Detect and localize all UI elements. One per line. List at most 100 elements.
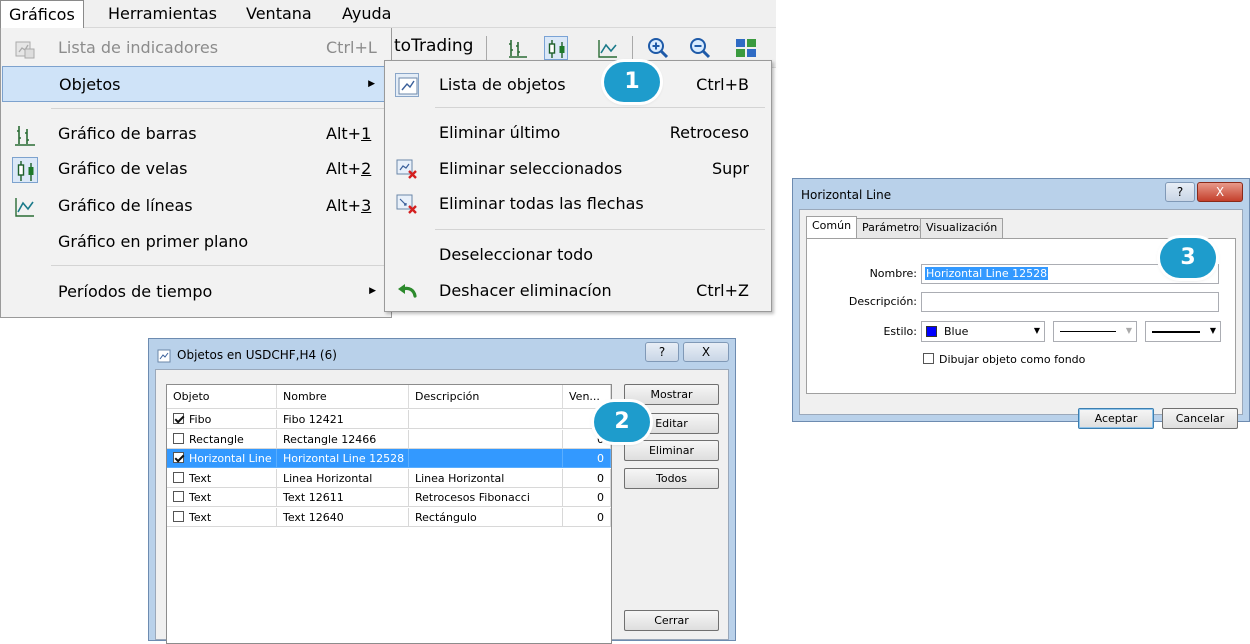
row-checkbox[interactable] [173,432,184,444]
table-row[interactable]: FiboFibo 124210 [167,410,611,429]
table-cell-nombre: Horizontal Line 12528 [277,449,409,468]
menu-item-eliminar-seleccionados[interactable]: Eliminar seleccionados Supr [385,153,771,185]
dropdown-arrow-icon: ▼ [1209,326,1216,335]
tab-visualizacion[interactable]: Visualización [920,218,1004,238]
menu-item-lista-indicadores[interactable]: Lista de indicadores Ctrl+L [2,30,390,66]
column-header-objeto[interactable]: Objeto [167,385,277,409]
table-row[interactable]: Text Text 12640 Rectángulo 0 [167,507,611,527]
table-cell-objeto: Horizontal Line [167,449,277,468]
zoom-out-icon[interactable] [688,36,712,60]
table-cell-objeto: Rectangle [167,429,277,449]
cerrar-button[interactable]: Cerrar [624,610,719,631]
candlestick-chart-icon[interactable] [544,36,568,60]
close-button[interactable]: X [683,342,729,362]
submenu-arrow-icon: ▶ [368,79,375,89]
autotrading-button-label[interactable]: toTrading [394,36,473,56]
column-header-nombre[interactable]: Nombre [277,385,409,409]
submenu-arrow-icon: ▶ [369,286,376,296]
table-cell-descripcion: Retrocesos Fibonacci [409,488,563,507]
tab-comun[interactable]: Común [806,216,858,239]
line-style-select[interactable]: ▼ [1053,321,1137,342]
menu-item-periodos-tiempo[interactable]: Períodos de tiempo ▶ [2,274,390,310]
nombre-label: Nombre: [869,267,917,280]
table-cell-objeto: Fibo [167,410,277,429]
descripcion-input[interactable] [921,292,1219,312]
row-checkbox[interactable] [173,413,184,424]
table-row[interactable]: Rectangle Rectangle 12466 0 [167,429,611,449]
table-cell-descripcion [409,449,563,468]
callout-badge-1: 1 [604,62,660,102]
table-cell-nombre: Text 12611 [277,488,409,507]
table-cell-nombre: Rectangle 12466 [277,429,409,449]
background-checkbox[interactable]: Dibujar objeto como fondo [923,353,1085,366]
dialog-title: Horizontal Line [801,188,892,202]
menu-separator [435,107,765,108]
candlestick-chart-icon [12,157,38,183]
table-row[interactable]: Text Text 12611 Retrocesos Fibonacci 0 [167,488,611,507]
dropdown-arrow-icon: ▼ [1033,326,1040,335]
undo-icon [395,279,419,303]
menu-herramientas[interactable]: Herramientas [100,0,225,28]
bar-chart-icon[interactable] [506,36,530,60]
menu-separator [51,265,387,266]
delete-arrows-icon [395,192,419,216]
checkbox[interactable] [923,353,934,364]
row-checkbox[interactable] [173,510,184,522]
tile-windows-icon[interactable] [734,36,758,60]
callout-badge-2: 2 [594,402,650,442]
toolbar-divider [632,36,633,60]
delete-selected-icon [395,157,419,181]
table-cell-nombre: Text 12640 [277,507,409,527]
help-button[interactable]: ? [645,342,679,362]
todos-button[interactable]: Todos [624,468,719,489]
callout-badge-3: 3 [1160,238,1216,278]
menu-ventana[interactable]: Ventana [238,0,320,28]
table-cell-ventana: 0 [563,468,611,488]
line-width-select[interactable]: ▼ [1145,321,1221,342]
indicator-list-icon [12,36,38,62]
menu-separator [51,108,387,109]
menu-item-grafico-primer-plano[interactable]: Gráfico en primer plano [2,224,390,260]
eliminar-button[interactable]: Eliminar [624,440,719,461]
menu-item-eliminar-ultimo[interactable]: Eliminar último Retroceso [385,117,771,149]
menu-item-deshacer-eliminacion[interactable]: Deshacer eliminacíon Ctrl+Z [385,275,771,307]
line-chart-icon[interactable] [596,36,620,60]
table-cell-objeto: Text [167,507,277,527]
color-select[interactable]: Blue ▼ [921,321,1045,342]
table-row[interactable]: Horizontal Line Horizontal Line 12528 0 [167,449,611,468]
objects-list-icon [395,73,419,97]
table-row[interactable]: Text Linea Horizontal Linea Horizontal 0 [167,468,611,488]
column-header-descripcion[interactable]: Descripción [409,385,563,409]
menu-item-grafico-velas[interactable]: Gráfico de velas Alt+2 [2,151,390,187]
dropdown-arrow-icon: ▼ [1125,326,1132,335]
menu-bar: Gráficos Herramientas Ventana Ayuda [0,0,776,29]
close-button[interactable]: X [1197,182,1243,202]
toolbar-divider [486,36,487,60]
aceptar-button[interactable]: Aceptar [1078,408,1154,429]
help-button[interactable]: ? [1165,182,1195,202]
menu-ayuda[interactable]: Ayuda [334,0,399,28]
menu-item-grafico-lineas[interactable]: Gráfico de líneas Alt+3 [2,188,390,224]
table-cell-descripcion: Rectángulo [409,507,563,527]
row-checkbox[interactable] [173,452,184,463]
row-checkbox[interactable] [173,491,184,502]
bar-chart-icon [12,122,38,148]
menu-item-grafico-barras[interactable]: Gráfico de barras Alt+1 [2,116,390,152]
menu-item-deseleccionar-todo[interactable]: Deseleccionar todo [385,239,771,271]
table-cell-ventana: 0 [563,488,611,507]
menu-item-lista-objetos[interactable]: Lista de objetos Ctrl+B [385,69,771,101]
objects-list-dialog: Objetos en USDCHF,H4 (6) ? X Objeto Nomb… [148,338,736,644]
cancelar-button[interactable]: Cancelar [1162,408,1238,429]
row-checkbox[interactable] [173,471,184,483]
table-cell-objeto: Text [167,488,277,507]
dialog-title: Objetos en USDCHF,H4 (6) [157,345,337,365]
menu-graficos[interactable]: Gráficos [0,0,84,29]
menu-item-objetos[interactable]: Objetos ▶ [2,66,390,102]
line-style-preview [1060,331,1116,332]
table-cell-descripcion [409,410,563,429]
mostrar-button[interactable]: Mostrar [624,384,719,405]
table-cell-ventana: 0 [563,507,611,527]
menu-item-eliminar-flechas[interactable]: Eliminar todas las flechas [385,188,771,220]
zoom-in-icon[interactable] [646,36,670,60]
objects-table: Objeto Nombre Descripción Ven... Fibo Fib… [166,384,612,644]
